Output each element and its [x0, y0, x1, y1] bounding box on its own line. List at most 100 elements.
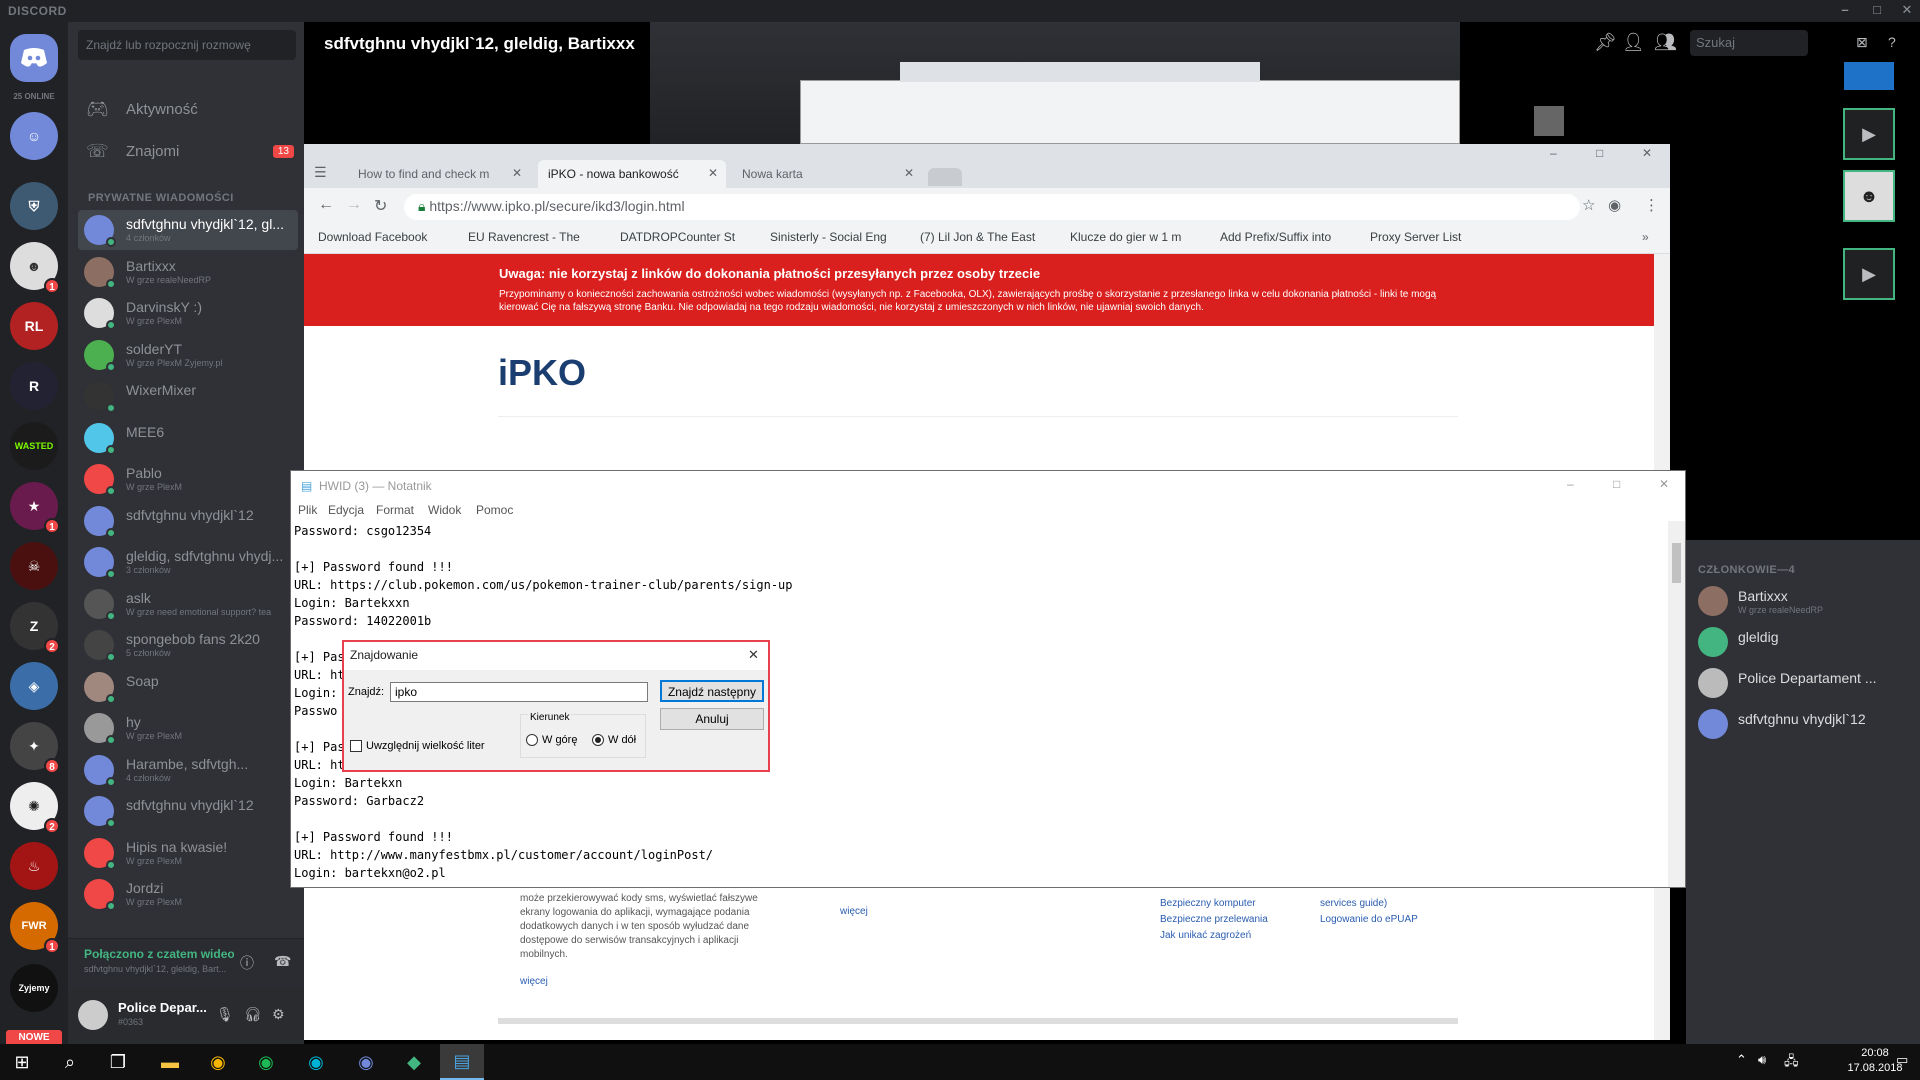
page-horizontal-scroll[interactable] [498, 1018, 1458, 1024]
app-icon[interactable]: ◆ [392, 1044, 436, 1080]
maximize-icon[interactable]: □ [1864, 2, 1890, 17]
menu-edit[interactable]: Edycja [328, 503, 364, 517]
dm-item[interactable]: Harambe, sdfvtgh... 4 członków [78, 750, 298, 790]
footer-link[interactable]: Logowanie do ePUAP [1320, 912, 1418, 928]
server-icon[interactable]: R [10, 362, 58, 410]
server-icon[interactable]: ♨ [10, 842, 58, 890]
camera-icon[interactable]: ▶ [1843, 108, 1895, 160]
discord-taskbar-icon[interactable]: ◉ [344, 1044, 388, 1080]
add-user-icon[interactable]: 👤︎ [1622, 32, 1645, 53]
maximize-icon[interactable]: □ [1613, 477, 1620, 491]
scroll-thumb[interactable] [1672, 543, 1681, 583]
footer-link[interactable]: Bezpieczny komputer [1160, 896, 1268, 912]
minimize-icon[interactable]: – [1567, 477, 1574, 491]
app-icon[interactable]: ◉ [294, 1044, 338, 1080]
bookmark-item[interactable]: Add Prefix/Suffix into [1220, 230, 1331, 244]
footer-link[interactable]: Jak unikać zagrożeń [1160, 928, 1268, 944]
radio-down[interactable] [592, 734, 604, 746]
dm-item[interactable]: sdfvtghnu vhydjkl`12 [78, 501, 298, 541]
network-icon[interactable]: 🖧︎ [1784, 1052, 1799, 1074]
dm-item[interactable]: gleldig, sdfvtghnu vhydj... 3 członków [78, 542, 298, 582]
dm-item[interactable]: hy W grze PlexM [78, 708, 298, 748]
find-next-button[interactable]: Znajdź następny [660, 680, 764, 702]
maximize-icon[interactable]: □ [1596, 146, 1603, 160]
pin-icon[interactable]: 📌︎ [1594, 32, 1617, 53]
forward-icon[interactable]: → [346, 196, 362, 214]
find-input[interactable]: ipko [390, 682, 648, 702]
stream-thumbnail[interactable] [1844, 62, 1894, 90]
close-icon[interactable]: ✕ [904, 166, 914, 180]
dm-item[interactable]: MEE6 [78, 418, 298, 458]
chrome-icon[interactable]: ◉ [196, 1044, 240, 1080]
windows-start-icon[interactable]: ⊞ [0, 1044, 44, 1080]
help-icon[interactable]: ? [1888, 34, 1896, 50]
notepad-taskbar-icon[interactable]: ▤ [440, 1044, 484, 1080]
browser-tab[interactable]: Nowa karta ✕ [732, 160, 922, 188]
close-icon[interactable]: ✕ [512, 166, 522, 180]
spotify-icon[interactable]: ◉ [244, 1044, 288, 1080]
reload-icon[interactable]: ↻ [374, 196, 387, 216]
tab-search-icon[interactable]: ☰ [314, 164, 327, 181]
dm-item[interactable]: Bartixxx W grze realeNeedRP [78, 252, 298, 292]
dm-search-input[interactable]: Znajdź lub rozpocznij rozmowę [78, 30, 296, 60]
member-item[interactable]: gleldig [1698, 625, 1918, 661]
address-bar[interactable]: 🔒︎ https://www.ipko.pl/secure/ikd3/login… [404, 194, 1580, 220]
server-icon[interactable]: RL [10, 302, 58, 350]
close-icon[interactable]: ✕ [748, 647, 759, 663]
tray-chevron-icon[interactable]: ⌃ [1736, 1052, 1747, 1068]
server-icon[interactable]: Zyjemy [10, 964, 58, 1012]
gear-icon[interactable]: ⚙ [272, 1006, 285, 1023]
dm-item[interactable]: Pablo W grze PlexM [78, 459, 298, 499]
task-view-icon[interactable]: ❐ [96, 1044, 140, 1080]
bookmark-item[interactable]: DATDROPCounter St [620, 230, 735, 244]
close-icon[interactable]: ✕ [1642, 146, 1652, 160]
new-tab-button[interactable] [928, 168, 962, 186]
minimize-icon[interactable]: – [1550, 146, 1557, 160]
bookmark-item[interactable]: (7) Lil Jon & The East [920, 230, 1035, 244]
bookmark-item[interactable]: EU Ravencrest - The [468, 230, 580, 244]
camera-icon[interactable]: ▶ [1843, 248, 1895, 300]
more-bookmarks-icon[interactable]: » [1642, 230, 1649, 244]
member-item[interactable]: Bartixxx W grze realeNeedRP [1698, 584, 1918, 620]
dm-item[interactable]: Hipis na kwasie! W grze PlexM [78, 833, 298, 873]
menu-help[interactable]: Pomoc [476, 503, 513, 517]
microphone-icon[interactable]: 🎙︎ [216, 1006, 234, 1023]
volume-icon[interactable]: 🔊︎ [1758, 1052, 1766, 1068]
footer-more-link[interactable]: więcej [840, 906, 868, 917]
match-case-checkbox[interactable] [350, 740, 362, 752]
bookmark-item[interactable]: Download Facebook [318, 230, 427, 244]
browser-tab-active[interactable]: iPKO - nowa bankowość ✕ [538, 160, 726, 188]
close-icon[interactable]: ✕ [708, 166, 718, 180]
avatar[interactable] [78, 1000, 108, 1030]
call-search-input[interactable]: Szukaj [1690, 30, 1808, 56]
back-icon[interactable]: ← [318, 196, 334, 214]
search-icon[interactable]: ⌕ [48, 1044, 92, 1080]
menu-format[interactable]: Format [376, 503, 414, 517]
inbox-icon[interactable]: ⊠ [1856, 34, 1868, 51]
headphones-icon[interactable]: 🎧︎ [244, 1006, 262, 1023]
file-explorer-icon[interactable]: ▬ [148, 1044, 192, 1080]
menu-view[interactable]: Widok [428, 503, 461, 517]
nav-activity[interactable]: 🎮︎ Aktywność [78, 91, 298, 127]
dm-item[interactable]: sdfvtghnu vhydjkl`12, gl... 4 członków [78, 210, 298, 250]
dm-item[interactable]: spongebob fans 2k20 5 członków [78, 625, 298, 665]
dm-item[interactable]: Soap [78, 667, 298, 707]
server-icon[interactable]: ⛨ [10, 182, 58, 230]
dm-item[interactable]: Jordzi W grze PlexM [78, 874, 298, 914]
info-icon[interactable]: ⓘ [240, 953, 254, 973]
nav-friends[interactable]: ☏ Znajomi 13 [78, 133, 298, 169]
menu-icon[interactable]: ⋮ [1644, 196, 1659, 214]
bookmark-item[interactable]: Sinisterly - Social Eng [770, 230, 887, 244]
star-icon[interactable]: ☆ [1582, 196, 1595, 214]
extension-icon[interactable]: ◉ [1608, 196, 1621, 214]
close-icon[interactable]: ✕ [1659, 477, 1669, 491]
dm-item[interactable]: sdfvtghnu vhydjkl`12 [78, 791, 298, 831]
notepad-scrollbar[interactable] [1668, 521, 1685, 887]
member-item[interactable]: sdfvtghnu vhydjkl`12 [1698, 707, 1918, 743]
notifications-icon[interactable]: ▭ [1896, 1052, 1908, 1068]
server-icon[interactable]: WASTED [10, 422, 58, 470]
bookmark-item[interactable]: Proxy Server List [1370, 230, 1461, 244]
video-participant-avatar[interactable]: ☻ [1843, 170, 1895, 222]
members-icon[interactable]: 👥︎ [1654, 32, 1677, 53]
footer-link[interactable]: Bezpieczne przelewania [1160, 912, 1268, 928]
